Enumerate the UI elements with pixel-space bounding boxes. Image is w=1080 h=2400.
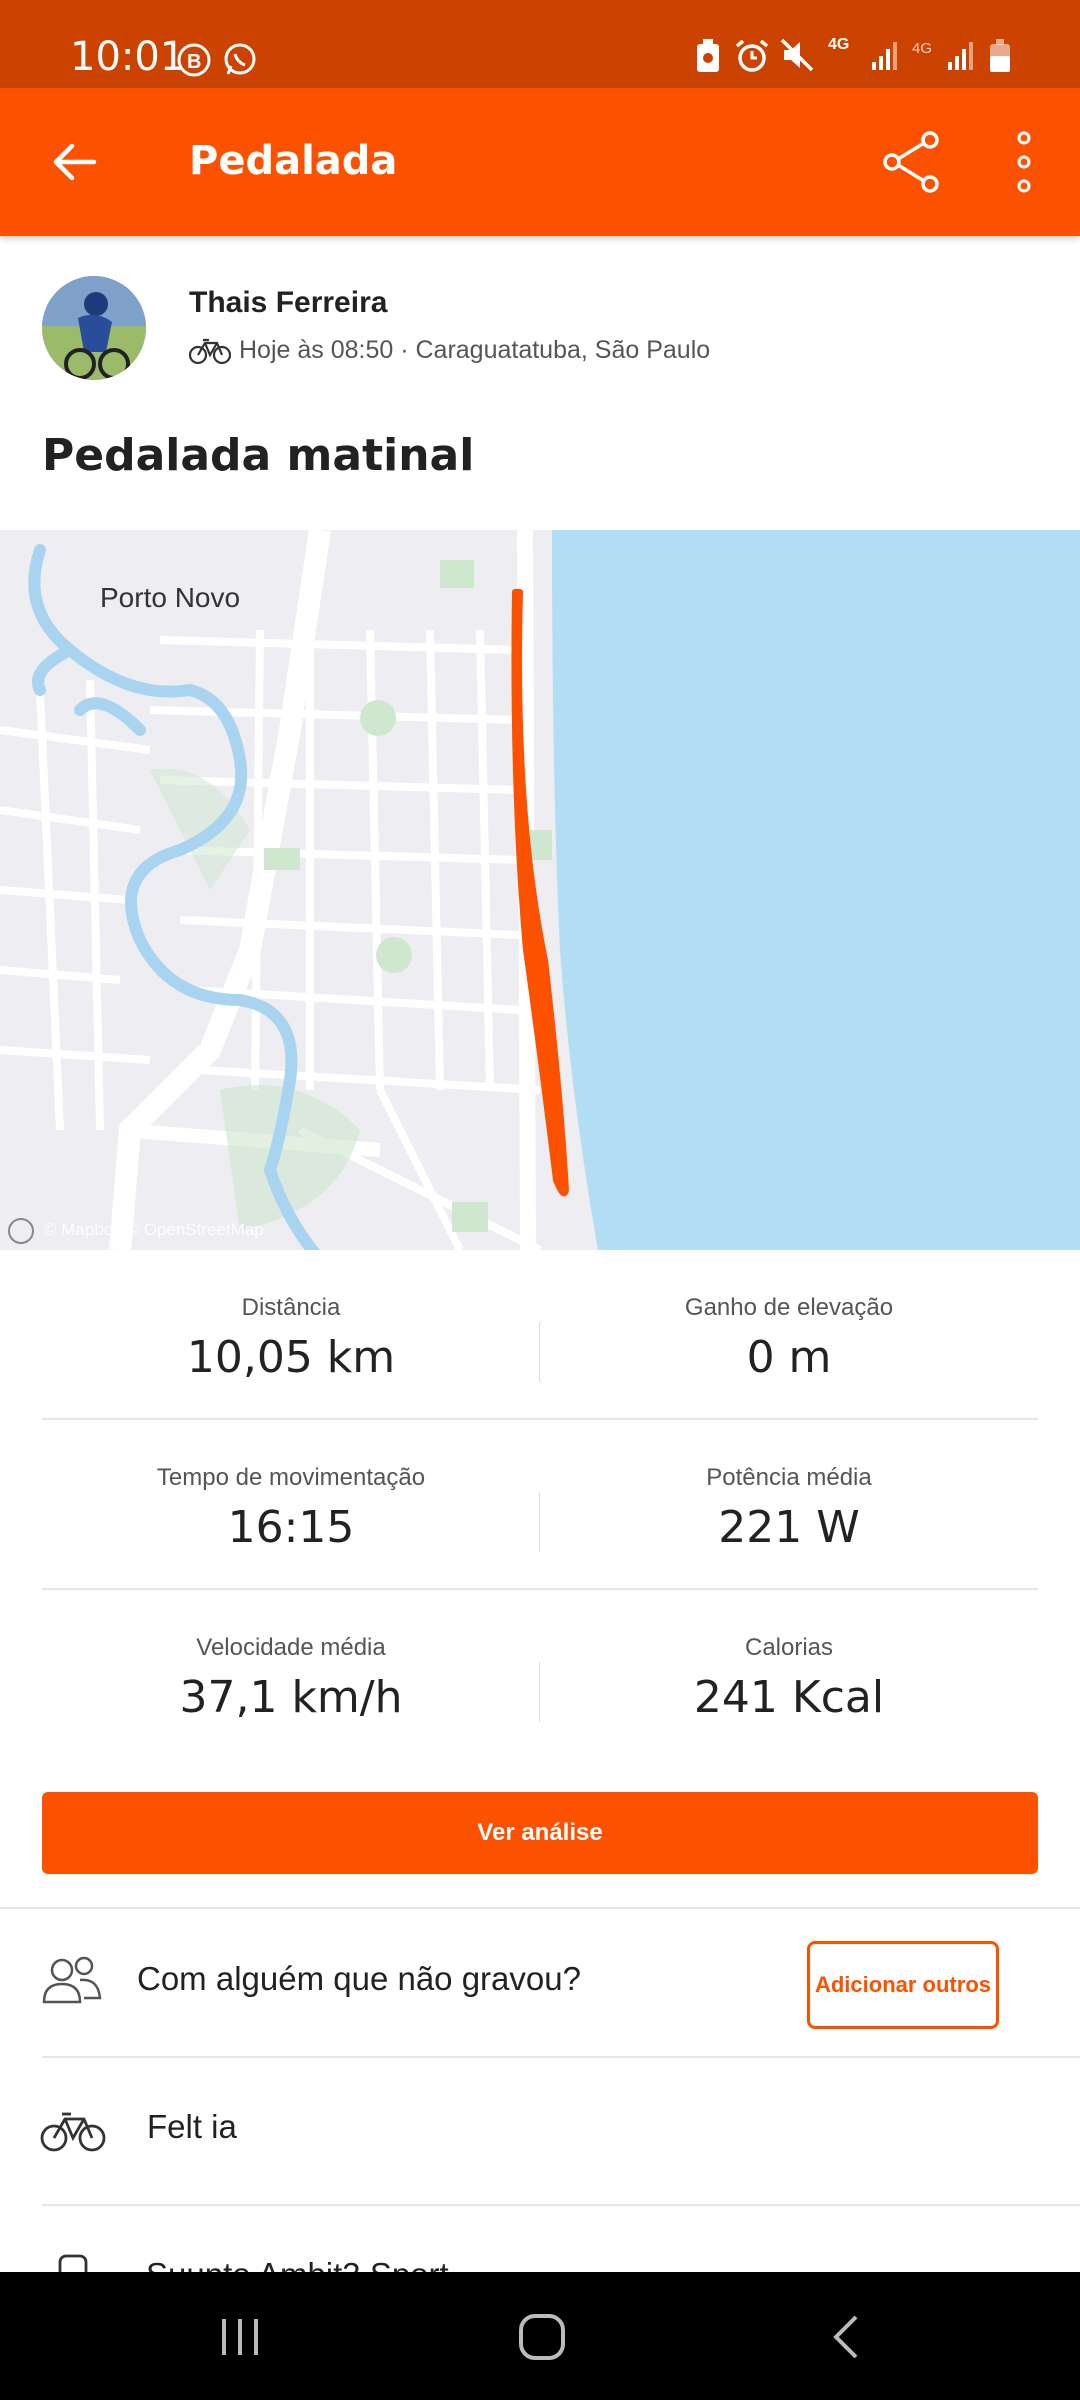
stat-label: Velocidade média: [196, 1634, 386, 1661]
stats-row: Tempo de movimentação 16:15 Potência méd…: [42, 1420, 1038, 1590]
athlete-header[interactable]: Thais Ferreira Hoje às 08:50 · Caraguata…: [0, 236, 1080, 406]
share-icon: [883, 131, 939, 193]
more-vert-icon: [1017, 131, 1031, 193]
more-options-button[interactable]: [984, 122, 1064, 202]
stat-label: Potência média: [706, 1464, 872, 1491]
whatsapp-icon: [222, 42, 258, 83]
home-button[interactable]: [502, 2302, 582, 2372]
battery-saver-icon: [694, 38, 722, 79]
alarm-icon: [734, 38, 770, 79]
stat-value: 0 m: [746, 1332, 832, 1383]
back-button[interactable]: [34, 122, 114, 202]
stat-value: 221 W: [718, 1502, 860, 1553]
system-back-button[interactable]: [806, 2302, 886, 2372]
activity-meta: Hoje às 08:50 · Caraguatatuba, São Paulo: [189, 336, 710, 365]
avatar[interactable]: [42, 276, 146, 380]
mute-icon: [780, 38, 814, 77]
divider: [0, 1907, 1080, 1909]
people-icon: [40, 1954, 104, 2011]
watch-icon: [40, 2252, 106, 2272]
signal-icon: [870, 38, 900, 77]
app-bar: Pedalada: [0, 88, 1080, 236]
activity-time-location: Hoje às 08:50 · Caraguatatuba, São Paulo: [239, 336, 711, 364]
map-place-label: Porto Novo: [100, 582, 241, 613]
stat-value: 10,05 km: [186, 1332, 396, 1383]
network-type-1: 4G: [828, 36, 850, 53]
athlete-name: Thais Ferreira: [189, 286, 388, 319]
signal-2-icon: [946, 38, 976, 77]
activity-title: Pedalada matinal: [42, 430, 475, 481]
network-type-2: 4G: [912, 40, 933, 57]
map-attribution[interactable]: © Mapbox © OpenStreetMap: [44, 1220, 264, 1240]
system-nav-bar: [0, 2272, 1080, 2400]
gear-bike-row[interactable]: Felt ia: [0, 2058, 1080, 2204]
stat-label: Distância: [241, 1294, 341, 1321]
svg-text:B: B: [187, 51, 201, 73]
view-analysis-button[interactable]: Ver análise: [42, 1792, 1038, 1874]
status-time: 10:01: [70, 34, 186, 80]
stats-row: Distância 10,05 km Ganho de elevação 0 m: [42, 1250, 1038, 1420]
stat-label: Calorias: [744, 1634, 834, 1661]
page-title: Pedalada: [189, 138, 398, 184]
stat-value: 241 Kcal: [693, 1672, 885, 1723]
add-others-button[interactable]: Adicionar outros: [807, 1941, 999, 2029]
route-map[interactable]: Porto Novo © Mapbox © OpenStreetMap: [0, 530, 1080, 1250]
recent-apps-icon: [222, 2319, 258, 2355]
recent-apps-button[interactable]: [200, 2302, 280, 2372]
stat-label: Tempo de movimentação: [156, 1464, 426, 1491]
map-canvas: [0, 530, 1080, 1250]
stat-label: Ganho de elevação: [684, 1294, 894, 1321]
cyclist-photo-icon: [42, 276, 146, 380]
home-icon: [519, 2314, 565, 2360]
back-chevron-icon: [833, 2315, 858, 2359]
bike-name: Felt ia: [147, 2108, 237, 2145]
stats-row: Velocidade média 37,1 km/h Calorias 241 …: [42, 1590, 1038, 1760]
device-name: Suunto Ambit3 Sport: [146, 2256, 449, 2272]
share-button[interactable]: [872, 122, 952, 202]
companions-prompt: Com alguém que não gravou?: [137, 1960, 581, 1997]
status-bar: 10:01 B 4G 4G: [0, 0, 1080, 88]
battery-icon: [988, 38, 1012, 79]
b-notification-icon: B: [176, 42, 212, 83]
bike-icon: [40, 2110, 106, 2159]
mapbox-logo-icon: [8, 1218, 34, 1244]
stat-value: 16:15: [227, 1502, 355, 1553]
gear-device-row[interactable]: Suunto Ambit3 Sport: [0, 2206, 1080, 2272]
stat-value: 37,1 km/h: [179, 1672, 403, 1723]
bike-icon: [189, 338, 231, 364]
back-arrow-icon: [53, 143, 97, 181]
